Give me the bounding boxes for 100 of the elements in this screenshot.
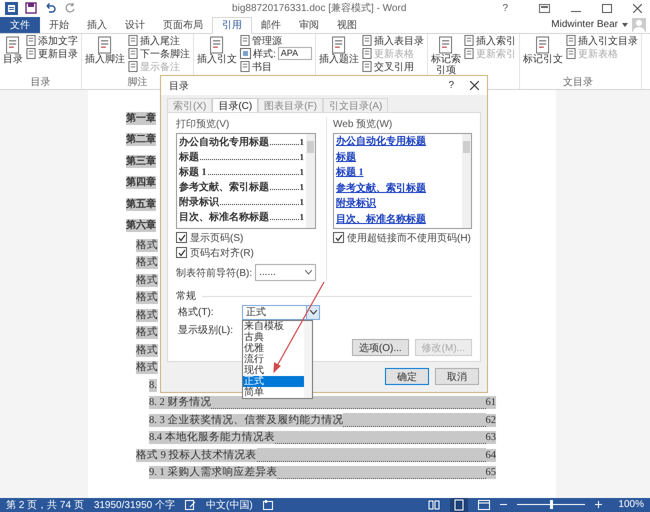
ok-button[interactable]: 确定 — [385, 368, 429, 385]
page-number: 1 — [300, 197, 304, 207]
word-count[interactable]: 31950/31950 个字 — [94, 498, 175, 512]
cancel-button[interactable]: 取消 — [435, 368, 479, 385]
web-preview-list[interactable]: 办公自动化专用标题 标题 标题 1 参考文献、索引标题 附录标识 目次、标准名称标题 — [333, 133, 472, 229]
language-label[interactable]: 中文(中国) — [206, 498, 253, 512]
help-button[interactable]: ? — [448, 80, 454, 91]
ribbon-button[interactable]: 插入尾注 — [128, 34, 190, 47]
ribbon-tab[interactable]: 设计 — [116, 16, 154, 33]
format-option[interactable]: 来自模板 — [243, 320, 284, 332]
group-label: 目录 — [30, 77, 50, 88]
group-label: 文目录 — [562, 77, 593, 88]
ribbon-tab[interactable]: 引用 — [212, 16, 252, 34]
options-button[interactable]: 选项(O)... — [352, 339, 409, 356]
checkbox-label: 使用超链接而不使用页码(H) — [347, 232, 471, 244]
print-preview-label: 打印预览(V) — [176, 118, 230, 131]
format-option[interactable]: 流行 — [243, 354, 264, 364]
section-label: 常规 — [176, 290, 196, 303]
format-option[interactable]: 优雅 — [243, 342, 264, 354]
checkbox[interactable] — [176, 247, 187, 258]
page-number: 63 — [486, 431, 496, 444]
ribbon-tab[interactable]: 页面布局 — [154, 16, 212, 33]
toc-entry: 格式 — [136, 274, 158, 287]
ribbon-button[interactable]: 更新目录 — [26, 48, 78, 60]
checkbox[interactable] — [333, 232, 344, 243]
ribbon-button[interactable]: 标记引文 — [522, 34, 563, 78]
style-dropdown[interactable]: APA — [278, 47, 312, 60]
ribbon-button[interactable]: 插入引文 — [197, 34, 237, 88]
maximize-icon[interactable] — [602, 4, 612, 13]
ribbon-button[interactable]: 下一条脚注 — [128, 48, 190, 60]
ribbon-button[interactable]: 目录 — [3, 34, 23, 78]
user-name[interactable]: Midwinter Bear — [551, 19, 618, 30]
document-icon — [464, 48, 474, 60]
ribbon-button[interactable]: 添加文字 — [26, 34, 78, 47]
preview-link[interactable]: 附录标识 — [336, 197, 460, 212]
zoom-level[interactable]: 100% — [618, 499, 644, 510]
help-button[interactable]: ? — [502, 2, 508, 14]
save-icon[interactable] — [25, 2, 37, 14]
preview-link[interactable]: 标题 1 — [336, 166, 460, 180]
ribbon-button[interactable]: 插入题注 — [318, 34, 359, 88]
close-icon[interactable] — [633, 4, 642, 13]
ribbon-button[interactable]: 插入脚注 — [85, 34, 125, 78]
print-layout-icon[interactable] — [450, 498, 468, 512]
preview-link[interactable]: 办公自动化专用标题 — [336, 135, 460, 150]
print-preview-list[interactable]: 办公自动化专用标题 1 标题 1 标题 1 1 参考文献、索引标题 1 附录标识 1 目次、标准名称标题 1 — [176, 133, 316, 229]
caret-icon[interactable] — [622, 22, 628, 27]
ribbon-tab[interactable]: 文件 — [0, 16, 40, 33]
dialog-title: 目录 — [169, 80, 189, 92]
toc-entry: 8. 2 财务情况 — [149, 396, 212, 410]
page-number: 1 — [300, 152, 304, 162]
toc-entry: 格式 — [136, 344, 158, 357]
format-option[interactable]: 正式 — [243, 376, 304, 386]
ribbon-button[interactable]: 交叉引用 — [362, 60, 424, 73]
zoom-slider-thumb[interactable] — [550, 500, 554, 510]
zoom-in-icon[interactable] — [595, 501, 602, 508]
toc-entry: 第四章 — [126, 176, 156, 190]
ribbon-tab[interactable]: 插入 — [78, 16, 116, 33]
tab-leader-label: 制表符前导符(B): — [176, 266, 252, 280]
format-option[interactable]: 古典 — [243, 332, 264, 342]
ribbon-button[interactable]: 插入引文目录 — [566, 34, 638, 47]
toc-entry: 8. — [149, 378, 157, 392]
read-mode-icon[interactable] — [428, 500, 440, 510]
scrollbar[interactable] — [462, 134, 471, 228]
format-option[interactable]: 简单 — [243, 386, 264, 398]
preview-link[interactable]: 参考文献、索引标题 — [336, 182, 460, 196]
format-option[interactable]: 现代 — [243, 364, 264, 376]
toc-entry: 第一章 — [126, 112, 156, 125]
ribbon-button[interactable]: 插入索引 — [464, 34, 516, 47]
web-preview-label: Web 预览(W) — [333, 118, 394, 131]
scrollbar[interactable] — [304, 320, 312, 398]
dialog-tab[interactable]: 目录(C) — [212, 98, 258, 112]
page-number: 65 — [486, 466, 496, 480]
ribbon-tab[interactable]: 视图 — [328, 16, 366, 33]
web-layout-icon[interactable] — [478, 500, 490, 510]
tab-leader-dropdown[interactable]: ...... — [255, 264, 316, 281]
ribbon-button[interactable]: 书目 — [240, 60, 312, 73]
ribbon-tab[interactable]: 审阅 — [290, 16, 328, 33]
format-dropdown[interactable]: 正式 — [242, 304, 320, 320]
ribbon-button[interactable]: 插入表目录 — [362, 34, 424, 47]
preview-link[interactable]: 目次、标准名称标题 — [336, 212, 460, 227]
redo-icon[interactable] — [64, 2, 76, 14]
toc-entry: 格式 — [136, 256, 158, 270]
toc-entry: 8. 3 企业获奖情况、信誉及履约能力情况 — [149, 414, 344, 427]
macro-icon[interactable] — [262, 500, 273, 510]
ribbon-display-icon[interactable] — [539, 4, 550, 13]
preview-link[interactable]: 标题 — [336, 150, 460, 165]
ribbon-tab[interactable]: 邮件 — [252, 16, 290, 33]
format-label: 格式(T): — [178, 306, 215, 319]
undo-icon[interactable] — [44, 2, 57, 14]
ribbon-tab[interactable]: 开始 — [40, 16, 78, 33]
document-icon — [240, 61, 250, 72]
ribbon-button[interactable]: 管理源 — [240, 34, 312, 47]
proofing-icon[interactable] — [184, 500, 196, 510]
scrollbar[interactable] — [306, 134, 315, 228]
checkbox[interactable] — [176, 232, 187, 243]
caret-icon — [310, 310, 316, 314]
close-icon[interactable] — [470, 81, 479, 90]
toc-entry: 格式 9 投标人技术情况表 — [136, 448, 256, 462]
window-title: big88720176331.doc [兼容模式] - Word — [231, 2, 408, 16]
page-count[interactable]: 第 2 页，共 74 页 — [6, 498, 84, 512]
